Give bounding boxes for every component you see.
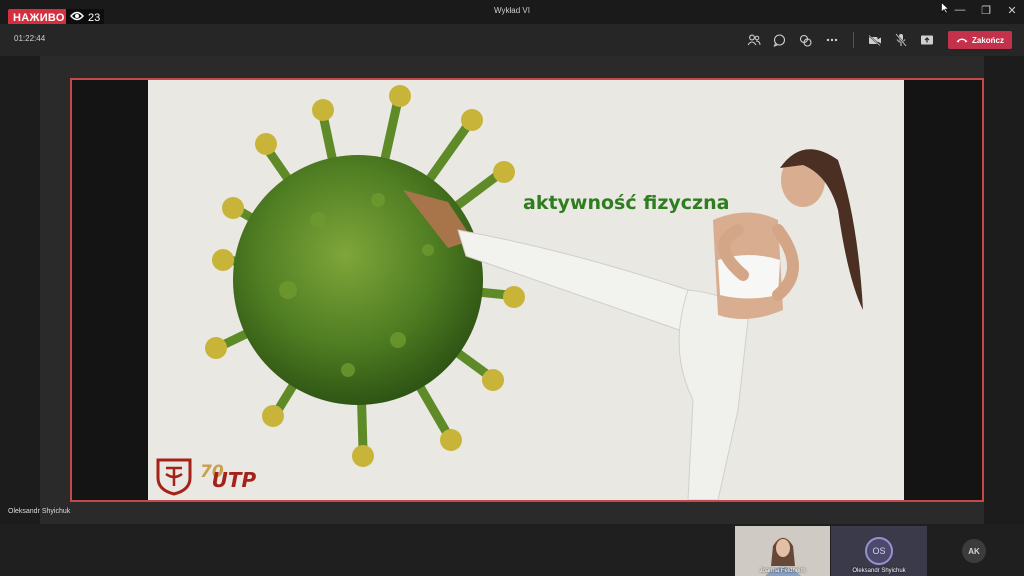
window-controls: — ❐ ✕: [954, 4, 1018, 17]
close-icon[interactable]: ✕: [1006, 4, 1018, 17]
hang-up-icon: [956, 36, 968, 45]
utp-logo: 70 UTP: [154, 456, 256, 496]
participant-avatar: OS: [865, 537, 893, 565]
end-call-label: Zakończ: [971, 35, 1004, 45]
slide-caption: aktywność fizyczna: [523, 192, 730, 214]
toolbar-divider: [852, 32, 854, 48]
camera-off-icon[interactable]: [862, 29, 888, 51]
athlete-illustration: [457, 149, 863, 500]
meeting-toolbar: 01:22:44 Zakończ: [0, 24, 1024, 56]
meeting-window: НАЖИВО 23 Wykład VI — ❐ ✕ 01:22:44 Zakoń…: [0, 0, 1024, 576]
participant-tile-video[interactable]: Joanna Feldheim: [735, 526, 830, 576]
more-options-icon[interactable]: [819, 29, 845, 51]
share-screen-icon[interactable]: [914, 29, 940, 51]
meeting-timer: 01:22:44: [14, 34, 46, 43]
logo-text: UTP: [211, 468, 257, 492]
reactions-icon[interactable]: [793, 29, 819, 51]
participant-avatar-ak[interactable]: AK: [962, 539, 986, 563]
title-bar: НАЖИВО 23 Wykład VI — ❐ ✕: [0, 0, 1024, 27]
participant-name: Joanna Feldheim: [759, 568, 806, 574]
mouse-cursor-icon: [941, 2, 949, 14]
maximize-icon[interactable]: ❐: [980, 4, 992, 17]
presentation-slide: aktywność fizyczna 70 UTP: [148, 80, 904, 500]
chat-icon[interactable]: [767, 29, 793, 51]
toolbar-actions: Zakończ: [741, 29, 1012, 51]
window-title: Wykład VI: [494, 6, 530, 15]
participant-tile-avatar[interactable]: OS Oleksandr Shyichuk: [831, 526, 927, 576]
minimize-icon[interactable]: —: [954, 4, 966, 17]
participant-name: Oleksandr Shyichuk: [852, 568, 906, 574]
utp-emblem-icon: [156, 458, 192, 496]
microphone-off-icon[interactable]: [888, 29, 914, 51]
end-call-button[interactable]: Zakończ: [947, 31, 1012, 49]
presenter-name: Oleksandr Shyichuk: [8, 508, 71, 515]
participants-icon[interactable]: [741, 29, 767, 51]
